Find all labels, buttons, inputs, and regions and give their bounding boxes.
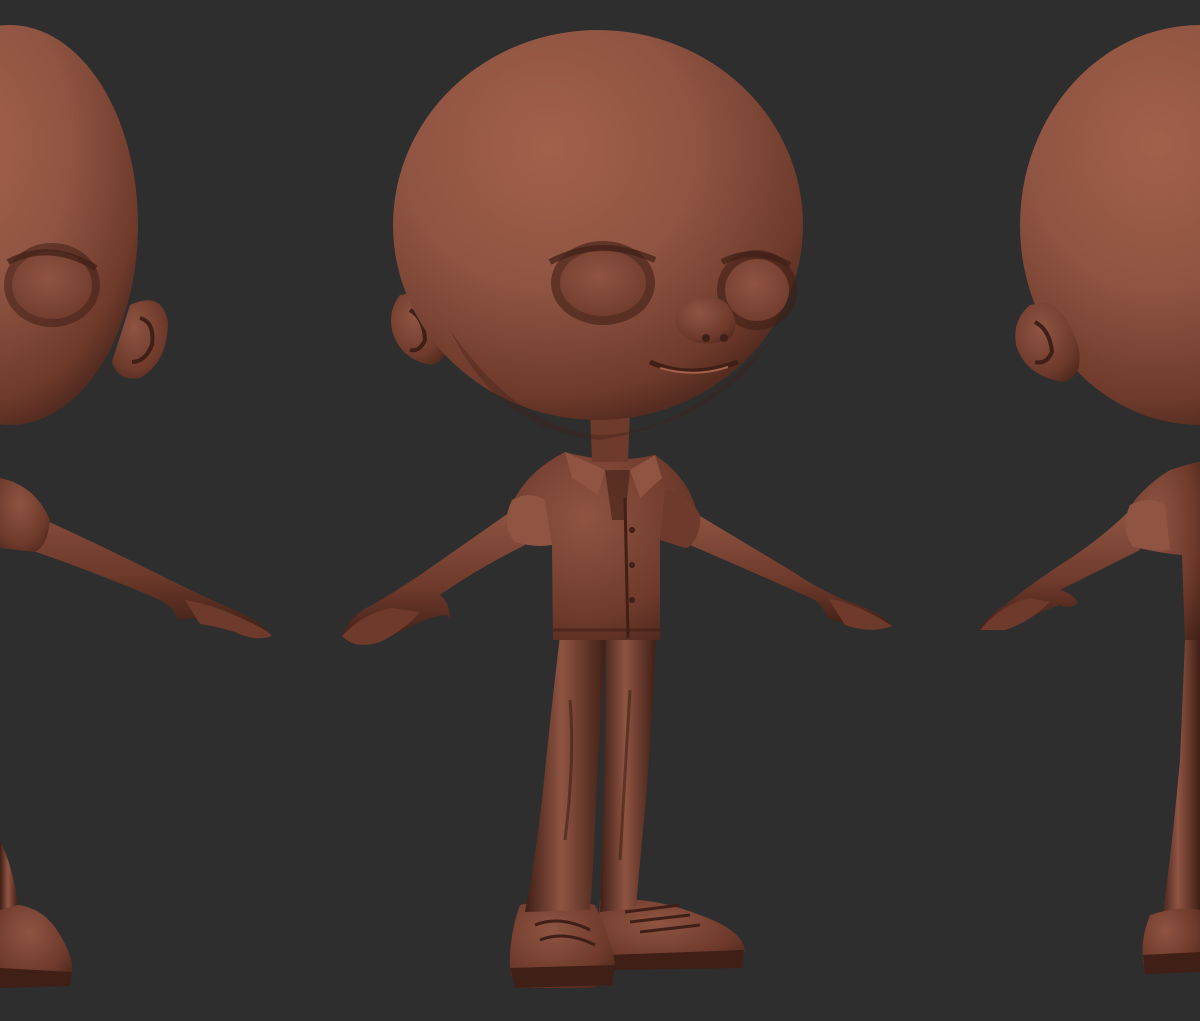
center-figure-eye-left <box>560 250 646 316</box>
sculpt-viewport <box>0 0 1200 1021</box>
scene-canvas <box>0 0 1200 1021</box>
center-figure-head <box>393 30 803 420</box>
center-figure-eye-right <box>725 259 789 321</box>
center-figure-sleeve-left <box>506 495 552 546</box>
